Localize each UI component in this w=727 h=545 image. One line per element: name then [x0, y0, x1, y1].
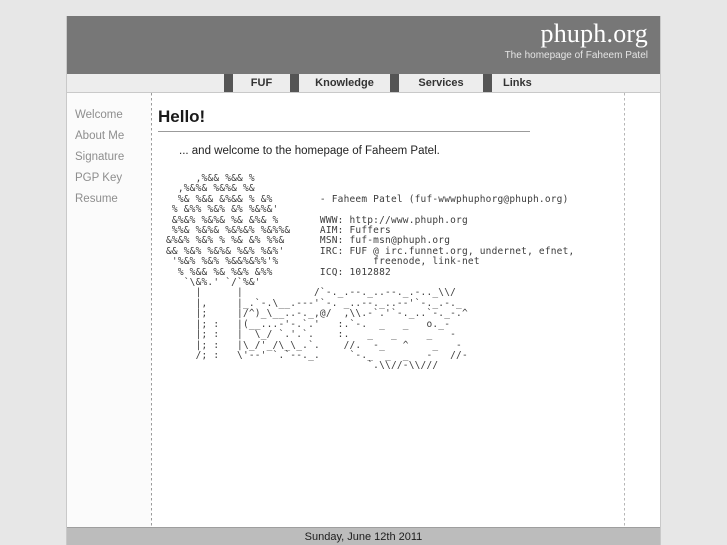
tab-separator — [483, 74, 492, 92]
sidebar-navigation: Welcome About Me Signature PGP Key Resum… — [67, 93, 151, 527]
tab-separator — [390, 74, 399, 92]
tab-separator — [224, 74, 233, 92]
site-header: phuph.org The homepage of Faheem Patel — [67, 16, 660, 74]
site-footer: Sunday, June 12th 2011 — [67, 527, 660, 545]
page-title: Hello! — [158, 107, 530, 132]
tab-bar-filler — [552, 74, 660, 92]
tab-links[interactable]: Links — [492, 74, 552, 92]
tab-knowledge[interactable]: Knowledge — [299, 74, 390, 92]
tab-fuf[interactable]: FUF — [233, 74, 290, 92]
sidebar-item-pgp-key[interactable]: PGP Key — [72, 168, 151, 189]
tab-separator — [290, 74, 299, 92]
ascii-art-signature: ,%&& %&& % ,%&%& %&%& %& %& %&& &%&& % &… — [166, 173, 575, 372]
body-area: Welcome About Me Signature PGP Key Resum… — [67, 93, 660, 527]
footer-date: Sunday, June 12th 2011 — [304, 530, 423, 543]
sidebar-item-signature[interactable]: Signature — [72, 147, 151, 168]
page-container: phuph.org The homepage of Faheem Patel F… — [66, 16, 661, 545]
sidebar-item-resume[interactable]: Resume — [72, 189, 151, 210]
site-title: phuph.org — [540, 19, 648, 48]
main-content: Hello! ... and welcome to the homepage o… — [152, 93, 660, 527]
site-branding: phuph.org The homepage of Faheem Patel — [505, 20, 648, 62]
sidebar-item-about-me[interactable]: About Me — [72, 126, 151, 147]
tab-services[interactable]: Services — [399, 74, 483, 92]
sidebar-item-welcome[interactable]: Welcome — [72, 105, 151, 126]
content-right-divider — [624, 93, 625, 527]
content-inner: Hello! ... and welcome to the homepage o… — [158, 107, 620, 372]
intro-text: ... and welcome to the homepage of Fahee… — [179, 145, 440, 157]
main-navigation: FUF Knowledge Services Links — [67, 74, 660, 93]
site-tagline: The homepage of Faheem Patel — [504, 50, 648, 61]
